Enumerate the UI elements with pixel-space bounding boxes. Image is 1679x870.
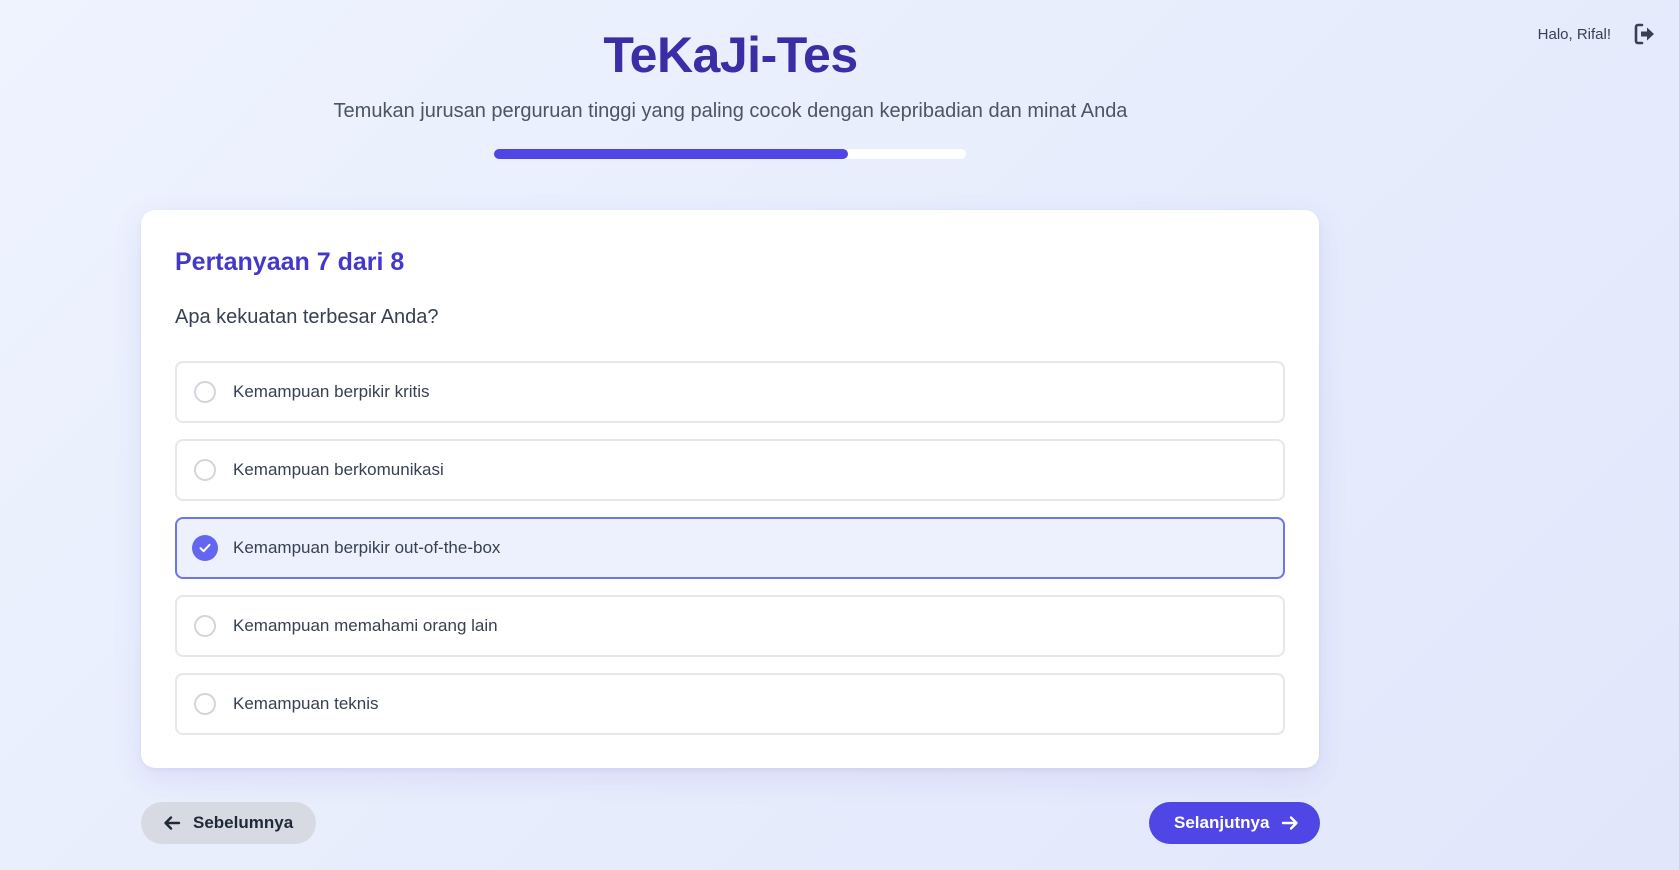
answer-option[interactable]: Kemampuan berpikir out-of-the-box <box>175 517 1285 579</box>
answer-option[interactable]: Kemampuan teknis <box>175 673 1285 735</box>
next-button-label: Selanjutnya <box>1174 813 1270 832</box>
progress-bar <box>494 149 966 159</box>
arrow-right-icon <box>1281 814 1299 832</box>
answer-option[interactable]: Kemampuan berkomunikasi <box>175 439 1285 501</box>
next-button[interactable]: Selanjutnya <box>1149 802 1320 844</box>
question-number: Pertanyaan 7 dari 8 <box>175 248 405 276</box>
user-greeting: Halo, Rifal! <box>1537 25 1611 43</box>
logout-icon[interactable] <box>1633 22 1657 46</box>
answer-option[interactable]: Kemampuan berpikir kritis <box>175 361 1285 423</box>
question-card: Pertanyaan 7 dari 8 Apa kekuatan terbesa… <box>141 210 1319 768</box>
question-text: Apa kekuatan terbesar Anda? <box>175 306 439 328</box>
answer-option-label: Kemampuan memahami orang lain <box>233 616 498 635</box>
app-subtitle: Temukan jurusan perguruan tinggi yang pa… <box>333 100 1128 122</box>
answer-option-label: Kemampuan berpikir out-of-the-box <box>233 538 501 557</box>
radio-button-icon[interactable] <box>194 459 216 481</box>
answer-options: Kemampuan berpikir kritis Kemampuan berk… <box>175 361 1285 735</box>
radio-button-icon[interactable] <box>194 615 216 637</box>
previous-button-label: Sebelumnya <box>193 813 294 832</box>
app-title: TeKaJi-Tes <box>603 27 858 83</box>
arrow-left-icon <box>163 814 181 832</box>
previous-button[interactable]: Sebelumnya <box>141 802 316 844</box>
radio-button-icon[interactable] <box>194 381 216 403</box>
answer-option-label: Kemampuan teknis <box>233 694 379 713</box>
user-bar: Halo, Rifal! <box>1538 22 1657 46</box>
answer-option-label: Kemampuan berpikir kritis <box>233 382 430 401</box>
answer-option-label: Kemampuan berkomunikasi <box>233 460 444 479</box>
progress-bar-fill <box>494 149 848 159</box>
radio-button-icon[interactable] <box>194 693 216 715</box>
page-header: TeKaJi-Tes Temukan jurusan perguruan tin… <box>0 24 1461 124</box>
radio-checked-icon[interactable] <box>192 535 218 561</box>
answer-option[interactable]: Kemampuan memahami orang lain <box>175 595 1285 657</box>
